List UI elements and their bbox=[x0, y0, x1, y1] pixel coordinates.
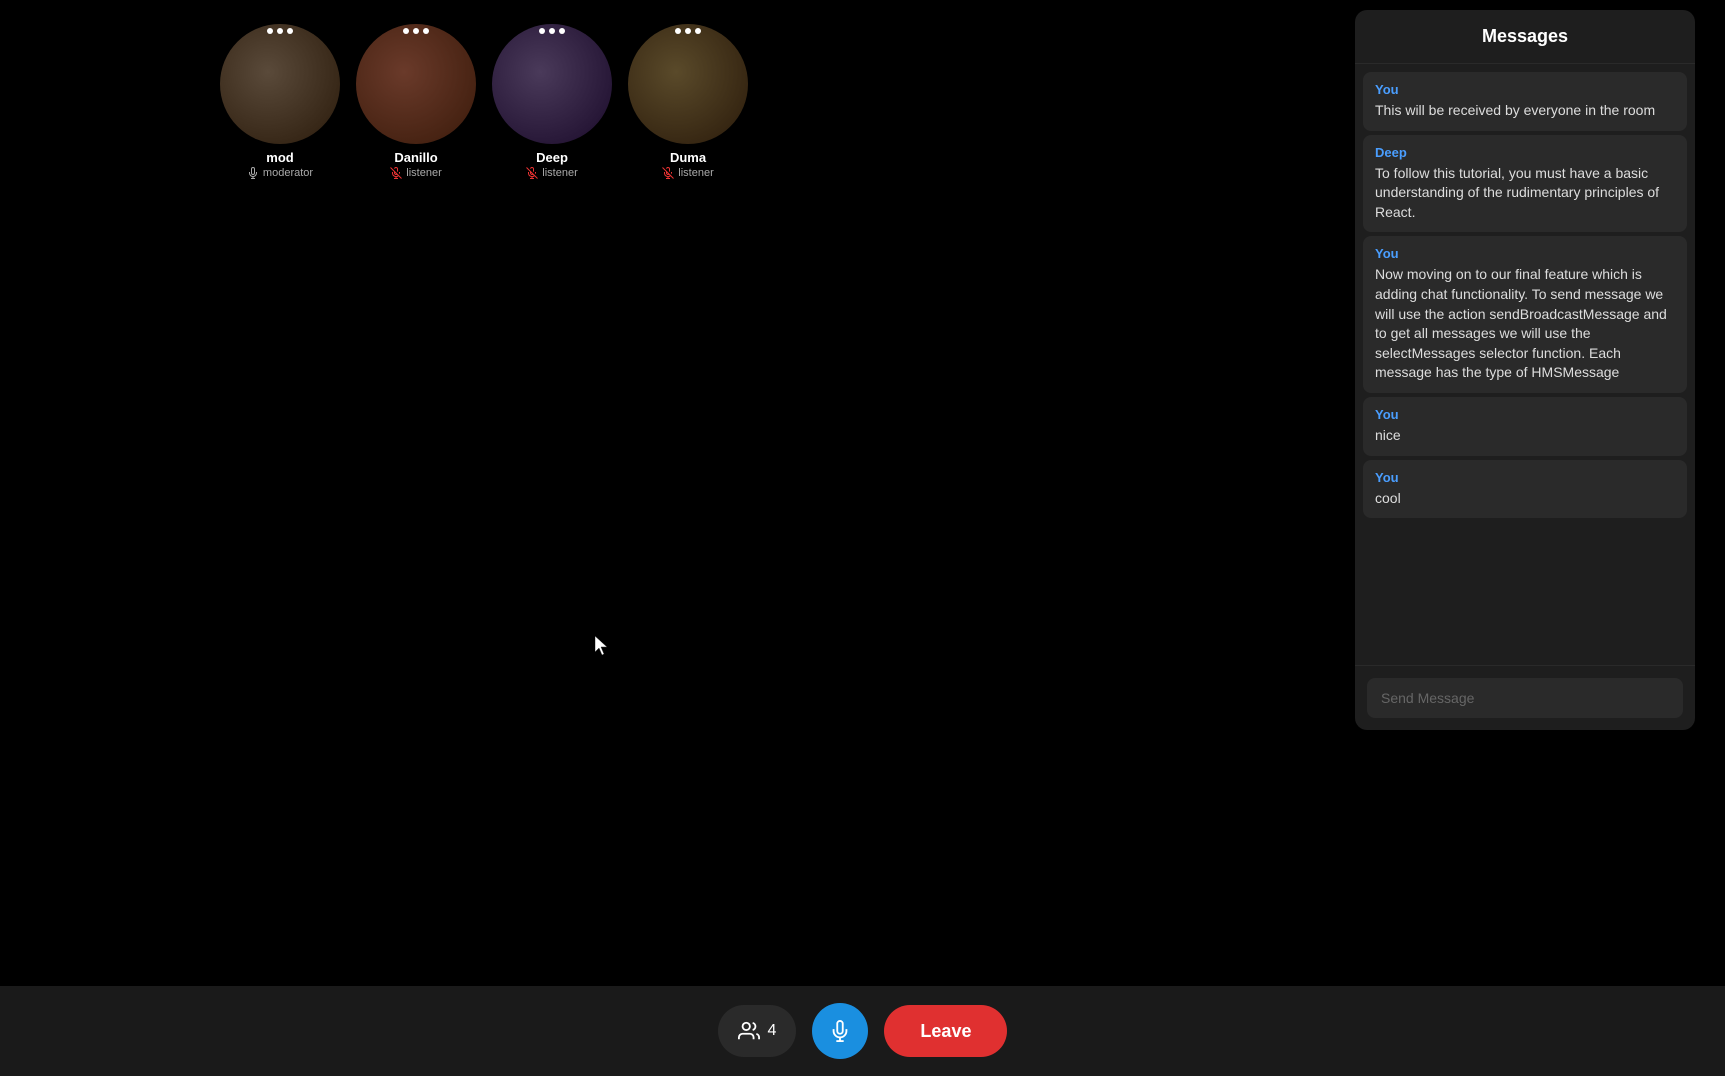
dot-icon bbox=[287, 28, 293, 34]
message-sender-3: You bbox=[1375, 407, 1675, 422]
participants-icon bbox=[738, 1020, 760, 1042]
dots-menu-deep[interactable] bbox=[539, 28, 565, 34]
avatar-deep bbox=[492, 24, 612, 144]
message-text-1: To follow this tutorial, you must have a… bbox=[1375, 164, 1675, 223]
dot-icon bbox=[559, 28, 565, 34]
participants-row: modmoderatorDanillolistenerDeeplistenerD… bbox=[0, 0, 920, 179]
mic-icon bbox=[247, 167, 259, 179]
message-sender-1: Deep bbox=[1375, 145, 1675, 160]
dots-menu-duma[interactable] bbox=[675, 28, 701, 34]
message-sender-4: You bbox=[1375, 470, 1675, 485]
message-input[interactable] bbox=[1367, 678, 1683, 718]
dot-icon bbox=[267, 28, 273, 34]
microphone-icon bbox=[829, 1020, 851, 1042]
participant-role-mod: moderator bbox=[247, 167, 313, 179]
mute-button[interactable] bbox=[812, 1003, 868, 1059]
message-bubble-4: You cool bbox=[1363, 460, 1687, 519]
message-bubble-0: You This will be received by everyone in … bbox=[1363, 72, 1687, 131]
role-text-mod: moderator bbox=[263, 167, 313, 179]
avatar-mod bbox=[220, 24, 340, 144]
participant-name-mod: mod bbox=[266, 150, 293, 165]
cursor bbox=[595, 636, 611, 656]
dot-icon bbox=[413, 28, 419, 34]
messages-header: Messages bbox=[1355, 10, 1695, 64]
messages-panel: Messages You This will be received by eve… bbox=[1355, 10, 1695, 730]
avatar-danillo bbox=[356, 24, 476, 144]
dot-icon bbox=[423, 28, 429, 34]
dot-icon bbox=[549, 28, 555, 34]
participant-role-danillo: listener bbox=[390, 167, 441, 179]
participant-card-duma[interactable]: Duma listener bbox=[628, 24, 748, 179]
role-text-duma: listener bbox=[678, 167, 713, 179]
dot-icon bbox=[277, 28, 283, 34]
participants-count: 4 bbox=[768, 1022, 777, 1040]
message-text-2: Now moving on to our final feature which… bbox=[1375, 265, 1675, 383]
dot-icon bbox=[539, 28, 545, 34]
message-bubble-2: You Now moving on to our final feature wh… bbox=[1363, 236, 1687, 393]
message-bubble-3: You nice bbox=[1363, 397, 1687, 456]
message-sender-2: You bbox=[1375, 246, 1675, 261]
messages-list[interactable]: You This will be received by everyone in … bbox=[1355, 64, 1695, 665]
dots-menu-mod[interactable] bbox=[267, 28, 293, 34]
participant-name-danillo: Danillo bbox=[394, 150, 437, 165]
dot-icon bbox=[695, 28, 701, 34]
message-input-area bbox=[1355, 665, 1695, 730]
dot-icon bbox=[685, 28, 691, 34]
message-text-3: nice bbox=[1375, 426, 1675, 446]
participant-role-duma: listener bbox=[662, 167, 713, 179]
participant-role-deep: listener bbox=[526, 167, 577, 179]
main-area: modmoderatorDanillolistenerDeeplistenerD… bbox=[0, 0, 920, 1076]
participant-name-deep: Deep bbox=[536, 150, 568, 165]
participant-card-mod[interactable]: mod moderator bbox=[220, 24, 340, 179]
dot-icon bbox=[675, 28, 681, 34]
role-text-danillo: listener bbox=[406, 167, 441, 179]
mic-muted-icon bbox=[526, 167, 538, 179]
message-text-0: This will be received by everyone in the… bbox=[1375, 101, 1675, 121]
message-text-4: cool bbox=[1375, 489, 1675, 509]
participant-card-danillo[interactable]: Danillo listener bbox=[356, 24, 476, 179]
message-sender-0: You bbox=[1375, 82, 1675, 97]
participant-name-duma: Duma bbox=[670, 150, 706, 165]
avatar-duma bbox=[628, 24, 748, 144]
participant-card-deep[interactable]: Deep listener bbox=[492, 24, 612, 179]
leave-button[interactable]: Leave bbox=[884, 1005, 1007, 1057]
mic-muted-icon bbox=[662, 167, 674, 179]
mic-muted-icon bbox=[390, 167, 402, 179]
dot-icon bbox=[403, 28, 409, 34]
dots-menu-danillo[interactable] bbox=[403, 28, 429, 34]
message-bubble-1: Deep To follow this tutorial, you must ha… bbox=[1363, 135, 1687, 233]
participants-button[interactable]: 4 bbox=[718, 1005, 797, 1057]
role-text-deep: listener bbox=[542, 167, 577, 179]
bottom-bar: 4 Leave bbox=[0, 986, 1725, 1076]
